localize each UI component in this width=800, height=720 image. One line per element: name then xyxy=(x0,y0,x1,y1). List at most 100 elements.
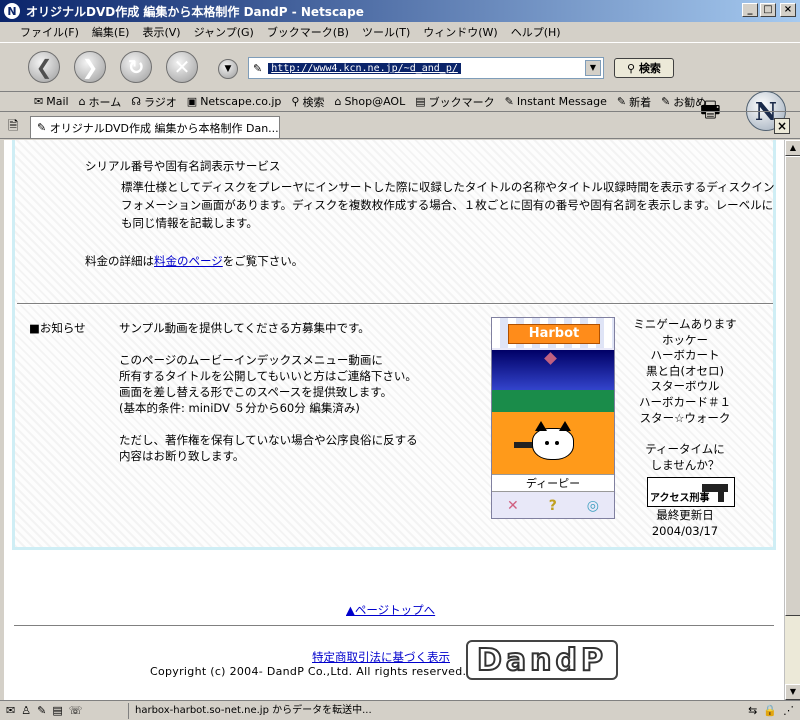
fee-line: 料金の詳細は料金のページをご覧下さい。 xyxy=(85,253,303,269)
list-item[interactable]: ホッケー xyxy=(625,333,745,349)
toolbar-item-instant-message[interactable]: ✎ Instant Message xyxy=(505,95,607,108)
news-paragraph: このページのムービーインデックスメニュー動画に 所有するタイトルを公開してもいい… xyxy=(119,353,417,415)
toolbar-item-shop[interactable]: ⌂ Shop@AOL xyxy=(334,95,405,108)
fee-suffix: をご覧下さい。 xyxy=(222,254,304,268)
search-icon: ⚲ xyxy=(627,61,639,75)
status-text: harbox-harbot.so-net.ne.jp からデータを転送中... xyxy=(128,702,748,719)
toolbar-item-label: お勧め xyxy=(673,95,707,109)
scroll-thumb[interactable] xyxy=(785,156,800,616)
toolbar-item-search[interactable]: ⚲ 検索 xyxy=(291,94,324,110)
address-book-icon[interactable]: ▤ xyxy=(52,704,62,717)
menu-file[interactable]: ファイル(F) xyxy=(20,24,79,40)
list-item: ミニゲームあります xyxy=(633,317,737,331)
url-text: http://www4.kcn.ne.jp/~d_and_p/ xyxy=(268,62,461,74)
close-tab-button[interactable]: × xyxy=(774,118,790,134)
section-body: 標準仕様としてディスクをプレーヤにインサートした際に収録したタイトルの名称やタイ… xyxy=(121,180,775,230)
new-tab-icon[interactable]: 🗎 xyxy=(8,117,18,139)
menu-view[interactable]: 表示(V) xyxy=(142,24,180,40)
menu-bookmarks[interactable]: ブックマーク(B) xyxy=(267,24,349,40)
radio-icon: ☊ xyxy=(131,95,141,108)
list-item[interactable]: ハーボカート xyxy=(625,348,745,364)
menu-window[interactable]: ウィンドウ(W) xyxy=(423,24,497,40)
toolbar-item-bookmarks[interactable]: ▤ ブックマーク xyxy=(415,94,494,110)
close-icon[interactable]: ✕ xyxy=(507,498,519,514)
chevron-down-icon: ▼ xyxy=(224,64,232,74)
reload-button[interactable]: ↻ xyxy=(120,51,152,83)
security-icon: 🔒 xyxy=(763,704,777,717)
legal-notice-link[interactable]: 特定商取引法に基づく表示 xyxy=(312,649,450,665)
toolbar-item-label: Instant Message xyxy=(516,95,607,108)
tab-page-icon: ✎ xyxy=(37,121,50,134)
history-dropdown-button[interactable]: ▼ xyxy=(218,59,238,79)
list-item[interactable]: 黒と白(オセロ) xyxy=(625,364,745,380)
menu-bar: ファイル(F) 編集(E) 表示(V) ジャンプ(G) ブックマーク(B) ツー… xyxy=(0,22,800,42)
cat-character[interactable] xyxy=(532,421,574,460)
toolbar-item-label: 新着 xyxy=(629,95,652,109)
maximize-button[interactable]: □ xyxy=(760,3,776,17)
search-button-label: 検索 xyxy=(638,62,661,75)
vertical-scrollbar[interactable]: ▲ ▼ xyxy=(784,140,800,700)
status-bar: ✉ ♙ ✎ ▤ ☏ harbox-harbot.so-net.ne.jp からデ… xyxy=(0,700,800,720)
chat-icon[interactable]: ☏ xyxy=(69,704,83,717)
toolbar-item-new[interactable]: ✎ 新着 xyxy=(617,94,651,110)
resize-grip-icon[interactable]: ⋰ xyxy=(783,704,794,717)
section-title: シリアル番号や固有名詞表示サービス xyxy=(85,159,281,173)
bookmarks-icon: ▤ xyxy=(415,95,426,108)
harbot-widget[interactable]: Harbot ディーピー ✕ ? ◎ xyxy=(491,317,615,519)
mail-icon[interactable]: ✉ xyxy=(6,704,15,717)
fee-link[interactable]: 料金のページ xyxy=(154,254,223,268)
instant-message-icon[interactable]: ♙ xyxy=(21,704,31,717)
link-icon: ✎ xyxy=(661,95,671,108)
back-button[interactable]: ❮ xyxy=(28,51,60,83)
toolbar-item-label: Netscape.co.jp xyxy=(200,95,282,108)
url-dropdown-button[interactable]: ▼ xyxy=(585,60,601,76)
status-right-icons: ⇆ 🔒 ⋰ xyxy=(748,704,800,717)
toolbar-item-home[interactable]: ⌂ ホーム xyxy=(79,94,122,110)
toolbar-item-recommended[interactable]: ✎ お勧め xyxy=(661,94,706,110)
composer-icon[interactable]: ✎ xyxy=(37,704,46,717)
menu-help[interactable]: ヘルプ(H) xyxy=(511,24,561,40)
stop-button[interactable]: ✕ xyxy=(166,51,198,83)
minimize-button[interactable]: _ xyxy=(742,3,758,17)
mail-icon: ✉ xyxy=(34,95,44,108)
url-field[interactable]: ✎ http://www4.kcn.ne.jp/~d_and_p/ ▼ xyxy=(248,57,604,79)
toolbar-item-radio[interactable]: ☊ ラジオ xyxy=(131,94,177,110)
toolbar-item-label: Mail xyxy=(46,95,69,108)
harbot-name: ディーピー xyxy=(492,474,614,492)
link-icon: ✎ xyxy=(504,95,514,108)
page-icon: ✎ xyxy=(253,61,263,75)
page-top-link[interactable]: ▲ページトップへ xyxy=(346,602,435,618)
search-button[interactable]: ⚲ 検索 xyxy=(614,58,674,78)
link-icon: ✎ xyxy=(616,95,627,108)
access-label: アクセス刑事 xyxy=(650,493,710,504)
connection-icon: ⇆ xyxy=(748,704,758,717)
list-item[interactable]: ハーボカード＃１ xyxy=(625,395,745,411)
scroll-up-button[interactable]: ▲ xyxy=(785,140,800,156)
divider xyxy=(14,625,774,627)
menu-tools[interactable]: ツール(T) xyxy=(362,24,410,40)
news-text: サンプル動画を提供してくださる方募集中です。 このページのムービーインデックスメ… xyxy=(119,320,479,480)
menu-go[interactable]: ジャンプ(G) xyxy=(194,24,254,40)
toolbar-item-label: ブックマーク xyxy=(428,95,495,109)
scroll-down-button[interactable]: ▼ xyxy=(785,684,800,700)
tea-time-text: ティータイムに しませんか？ xyxy=(645,442,725,472)
dandp-logo: DandP xyxy=(466,640,618,680)
menu-edit[interactable]: 編集(E) xyxy=(92,24,130,40)
toolbar-item-mail[interactable]: ✉ Mail xyxy=(34,95,69,108)
circle-icon[interactable]: ◎ xyxy=(587,498,599,514)
last-updated: 最終更新日 2004/03/17 xyxy=(651,508,719,538)
content-panel: シリアル番号や固有名詞表示サービス 標準仕様としてディスクをプレーヤにインサート… xyxy=(12,140,776,550)
question-icon[interactable]: ? xyxy=(549,498,557,514)
netscape-site-icon: ▣ xyxy=(186,95,198,108)
access-counter-badge[interactable]: アクセス刑事 xyxy=(647,477,735,507)
list-item[interactable]: スター☆ウォーク xyxy=(625,411,745,427)
harbot-grass xyxy=(492,390,614,412)
minigame-list: ミニゲームあります ホッケー ハーボカート 黒と白(オセロ) スターボウル ハー… xyxy=(625,317,745,473)
list-item[interactable]: スターボウル xyxy=(625,379,745,395)
forward-button[interactable]: ❯ xyxy=(74,51,106,83)
forward-arrow-icon: ❯ xyxy=(81,55,99,79)
close-button[interactable]: × xyxy=(780,3,796,17)
tab-label: オリジナルDVD作成 編集から本格制作 Dan... xyxy=(49,121,279,135)
tab-current[interactable]: ✎ オリジナルDVD作成 編集から本格制作 Dan... xyxy=(30,116,280,138)
toolbar-item-netscape[interactable]: ▣ Netscape.co.jp xyxy=(187,95,282,108)
